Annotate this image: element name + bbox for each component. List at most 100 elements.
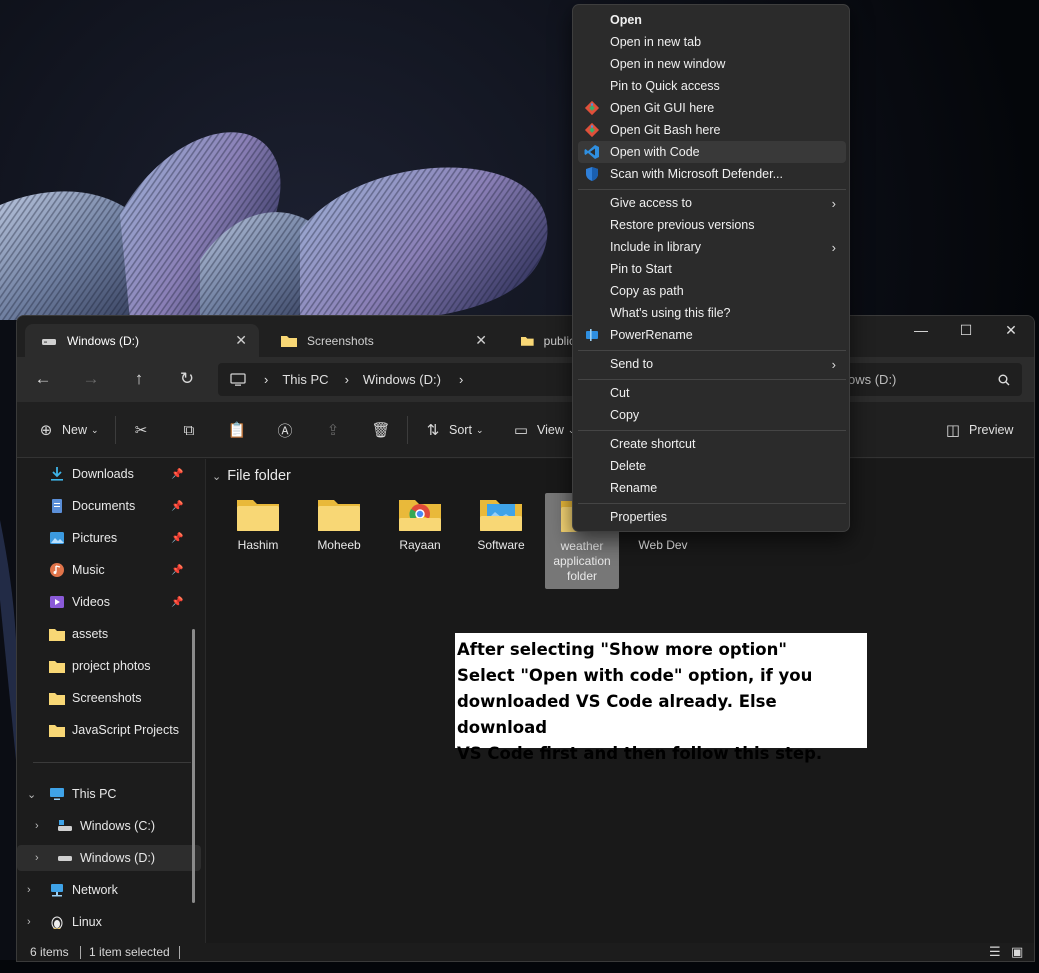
sidebar-item-network[interactable]: › Network: [17, 877, 201, 903]
menu-item-open-with-code[interactable]: Open with Code: [578, 141, 846, 163]
sidebar-item-music[interactable]: Music 📌: [17, 557, 201, 583]
back-arrow-icon[interactable]: ←: [33, 369, 53, 389]
sidebar-item-windows-d[interactable]: › Windows (D:): [17, 845, 201, 871]
chevron-down-icon[interactable]: ⌄: [27, 788, 36, 801]
rename-button[interactable]: Ⓐ: [275, 419, 295, 441]
menu-item-git-gui[interactable]: Open Git GUI here: [578, 97, 846, 119]
search-input[interactable]: ows (D:): [830, 363, 1022, 396]
sidebar-item-screenshots[interactable]: Screenshots: [17, 685, 201, 711]
folder-item-rayaan[interactable]: Rayaan: [383, 492, 457, 553]
delete-button[interactable]: 🗑: [371, 419, 391, 441]
menu-item-delete[interactable]: Delete: [578, 455, 846, 477]
scissors-icon: ✂: [134, 422, 148, 439]
close-tab-icon[interactable]: ✕: [475, 332, 487, 349]
pin-icon[interactable]: 📌: [171, 533, 183, 544]
pin-icon[interactable]: 📌: [171, 597, 183, 608]
menu-item-label: Open with Code: [610, 145, 700, 159]
paste-button[interactable]: 📋: [227, 419, 247, 441]
sidebar-item-javascript-projects[interactable]: JavaScript Projects: [17, 717, 201, 743]
powerrename-icon: [586, 329, 598, 341]
cut-button[interactable]: ✂: [131, 419, 151, 441]
view-button[interactable]: ▭ View ⌄: [511, 419, 576, 441]
menu-item-open-new-tab[interactable]: Open in new tab: [578, 31, 846, 53]
folder-name: weather application folder: [553, 539, 611, 583]
menu-item-copy-path[interactable]: Copy as path: [578, 280, 846, 302]
sidebar-scrollbar[interactable]: [192, 629, 195, 903]
minimize-icon[interactable]: —: [911, 322, 931, 342]
sidebar-item-pictures[interactable]: Pictures 📌: [17, 525, 201, 551]
sidebar-item-windows-c[interactable]: › Windows (C:): [17, 813, 201, 839]
sidebar-item-label: Videos: [72, 595, 110, 609]
folder-name: Web Dev: [638, 538, 688, 552]
menu-separator: [578, 350, 846, 351]
sort-button[interactable]: ⇅ Sort ⌄: [423, 419, 484, 441]
menu-item-label: Open Git Bash here: [610, 123, 721, 137]
maximize-icon[interactable]: ☐: [956, 322, 976, 342]
sidebar-item-label: Documents: [72, 499, 136, 513]
tab-screenshots[interactable]: Screenshots ✕: [265, 324, 499, 357]
chevron-right-icon[interactable]: ›: [35, 820, 39, 832]
menu-item-restore-versions[interactable]: Restore previous versions: [578, 214, 846, 236]
menu-item-properties[interactable]: Properties: [578, 506, 846, 528]
picture-icon: [50, 532, 64, 544]
breadcrumb-this-pc[interactable]: This PC: [282, 372, 328, 387]
chevron-right-icon[interactable]: ›: [27, 916, 31, 928]
details-view-icon[interactable]: ☰: [989, 944, 1001, 960]
address-bar[interactable]: › This PC › Windows (D:) ›: [218, 363, 578, 396]
share-button[interactable]: ⇪: [323, 419, 343, 441]
breadcrumb-windows-d[interactable]: Windows (D:): [363, 372, 441, 387]
menu-item-rename[interactable]: Rename: [578, 477, 846, 499]
sidebar-item-documents[interactable]: Documents 📌: [17, 493, 201, 519]
folder-item-software[interactable]: Software: [464, 492, 538, 553]
sidebar-item-videos[interactable]: Videos 📌: [17, 589, 201, 615]
document-icon: [52, 499, 62, 513]
menu-item-send-to[interactable]: Send to ›: [578, 353, 846, 375]
menu-item-powerrename[interactable]: PowerRename: [578, 324, 846, 346]
sidebar-item-this-pc[interactable]: ⌄ This PC: [17, 781, 201, 807]
menu-item-whats-using[interactable]: What's using this file?: [578, 302, 846, 324]
menu-item-create-shortcut[interactable]: Create shortcut: [578, 433, 846, 455]
copy-button[interactable]: ⧉: [179, 419, 199, 441]
menu-item-open[interactable]: Open: [578, 9, 846, 31]
menu-item-copy[interactable]: Copy: [578, 404, 846, 426]
pin-icon[interactable]: 📌: [171, 501, 183, 512]
menu-item-cut[interactable]: Cut: [578, 382, 846, 404]
sidebar-item-label: Network: [72, 883, 118, 897]
sort-label: Sort: [449, 423, 472, 437]
share-icon: ⇪: [326, 422, 340, 439]
menu-item-scan-defender[interactable]: Scan with Microsoft Defender...: [578, 163, 846, 185]
menu-item-git-bash[interactable]: Open Git Bash here: [578, 119, 846, 141]
chevron-right-icon[interactable]: ›: [35, 852, 39, 864]
chevron-right-icon[interactable]: ›: [27, 884, 31, 896]
sidebar-item-project-photos[interactable]: project photos: [17, 653, 201, 679]
preview-button[interactable]: ◫ Preview: [943, 419, 1014, 441]
pin-icon[interactable]: 📌: [171, 469, 183, 480]
close-tab-icon[interactable]: ✕: [235, 332, 247, 349]
close-window-icon[interactable]: ✕: [1001, 322, 1021, 342]
chevron-down-icon[interactable]: ⌄: [212, 470, 221, 483]
sidebar-item-downloads[interactable]: Downloads 📌: [17, 461, 201, 487]
new-button[interactable]: ⊕ New ⌄: [36, 419, 99, 441]
sidebar-item-linux[interactable]: › Linux: [17, 909, 201, 935]
sidebar-item-label: Pictures: [72, 531, 118, 545]
menu-item-open-new-window[interactable]: Open in new window: [578, 53, 846, 75]
pin-icon[interactable]: 📌: [171, 565, 183, 576]
refresh-icon[interactable]: ↻: [177, 369, 197, 389]
menu-item-pin-quick-access[interactable]: Pin to Quick access: [578, 75, 846, 97]
sidebar-item-assets[interactable]: assets: [17, 621, 201, 647]
navigation-pane: Downloads 📌 Documents 📌 Pictures 📌 Music…: [17, 459, 204, 943]
tab-public[interactable]: public: [505, 324, 575, 357]
up-arrow-icon[interactable]: ↑: [129, 369, 149, 389]
tiles-view-icon[interactable]: ▣: [1011, 944, 1023, 960]
chevron-right-icon: ›: [344, 372, 349, 387]
forward-arrow-icon[interactable]: →: [81, 369, 101, 389]
menu-item-give-access[interactable]: Give access to ›: [578, 192, 846, 214]
folder-item-moheeb[interactable]: Moheeb: [302, 492, 376, 553]
menu-item-pin-start[interactable]: Pin to Start: [578, 258, 846, 280]
tab-windows-d[interactable]: Windows (D:) ✕: [25, 324, 259, 357]
menu-item-label: Delete: [610, 459, 647, 473]
group-header[interactable]: ⌄ File folder: [212, 468, 291, 484]
folder-item-hashim[interactable]: Hashim: [221, 492, 295, 553]
menu-item-include-library[interactable]: Include in library ›: [578, 236, 846, 258]
menu-separator: [578, 189, 846, 190]
